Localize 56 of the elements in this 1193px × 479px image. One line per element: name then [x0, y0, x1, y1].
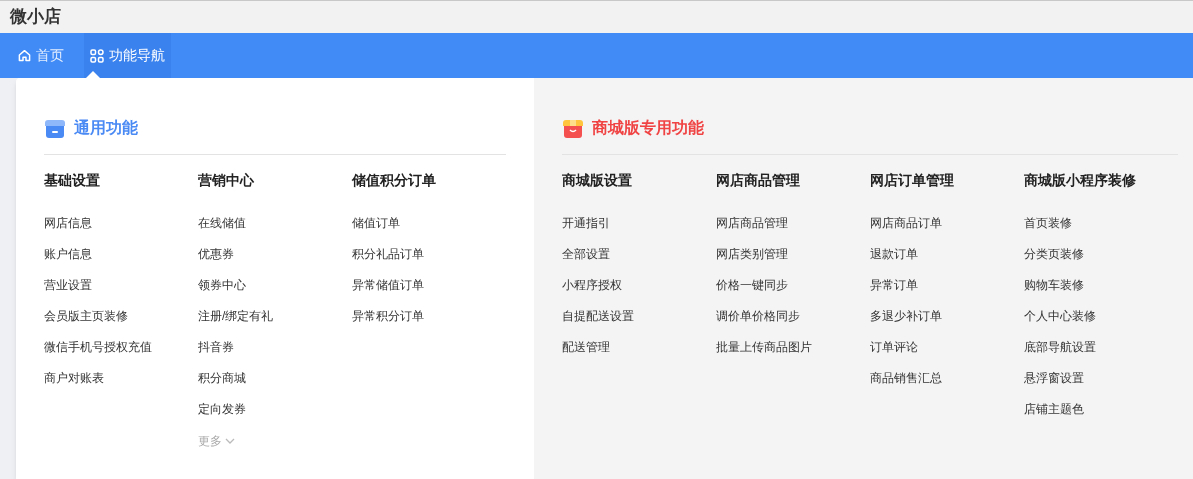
- menu-link[interactable]: 店铺主题色: [1024, 394, 1084, 425]
- menu-link[interactable]: 订单评论: [870, 332, 918, 363]
- gift-box-icon: [563, 118, 583, 138]
- menu-link[interactable]: 在线储值: [198, 208, 246, 239]
- menu-link[interactable]: 网店信息: [44, 208, 92, 239]
- menu-link[interactable]: 价格一键同步: [716, 270, 788, 301]
- menu-link[interactable]: 定向发券: [198, 394, 246, 425]
- menu-link[interactable]: 底部导航设置: [1024, 332, 1096, 363]
- menu-link[interactable]: 异常储值订单: [352, 270, 424, 301]
- menu-link[interactable]: 网店商品订单: [870, 208, 942, 239]
- menu-link[interactable]: 分类页装修: [1024, 239, 1084, 270]
- app-title: 微小店: [10, 6, 61, 29]
- menu-link[interactable]: 商品销售汇总: [870, 363, 942, 394]
- menu-link[interactable]: 注册/绑定有礼: [198, 301, 274, 332]
- menu-link[interactable]: 储值订单: [352, 208, 400, 239]
- menu-link[interactable]: 网店类别管理: [716, 239, 788, 270]
- menu-link[interactable]: 商户对账表: [44, 363, 104, 394]
- menu-link[interactable]: 账户信息: [44, 239, 92, 270]
- menu-link[interactable]: 退款订单: [870, 239, 918, 270]
- column-heading: 储值积分订单: [352, 171, 436, 190]
- menu-link[interactable]: 营业设置: [44, 270, 92, 301]
- nav-tab[interactable]: 功能导航: [84, 33, 171, 78]
- column-heading: 基础设置: [44, 171, 100, 190]
- home-icon: [18, 49, 31, 62]
- menu-link[interactable]: 首页装修: [1024, 208, 1072, 239]
- menu-link[interactable]: 异常积分订单: [352, 301, 424, 332]
- menu-link[interactable]: 积分礼品订单: [352, 239, 424, 270]
- menu-link[interactable]: 微信手机号授权充值: [44, 332, 152, 363]
- menu-link[interactable]: 抖音券: [198, 332, 234, 363]
- column-heading: 营销中心: [198, 171, 254, 190]
- menu-link[interactable]: 个人中心装修: [1024, 301, 1096, 332]
- menu-link[interactable]: 调价单价格同步: [716, 301, 800, 332]
- menu-link[interactable]: 网店商品管理: [716, 208, 788, 239]
- column-heading: 商城版小程序装修: [1024, 171, 1136, 190]
- menu-link[interactable]: 领券中心: [198, 270, 246, 301]
- grid-icon: [90, 48, 104, 63]
- menu-link[interactable]: 多退少补订单: [870, 301, 942, 332]
- menu-link[interactable]: 配送管理: [562, 332, 610, 363]
- menu-link[interactable]: 悬浮窗设置: [1024, 363, 1084, 394]
- menu-link[interactable]: 小程序授权: [562, 270, 622, 301]
- section-title: 通用功能: [74, 118, 138, 138]
- menu-link[interactable]: 购物车装修: [1024, 270, 1084, 301]
- column-heading: 网店订单管理: [870, 171, 954, 190]
- menu-link[interactable]: 全部设置: [562, 239, 610, 270]
- menu-link[interactable]: 批量上传商品图片: [716, 332, 812, 363]
- menu-link[interactable]: 开通指引: [562, 208, 610, 239]
- chevron-down-icon: [225, 437, 235, 444]
- section-title: 商城版专用功能: [592, 118, 704, 138]
- column-heading: 网店商品管理: [716, 171, 800, 190]
- menu-link[interactable]: 优惠券: [198, 239, 234, 270]
- store-icon: [45, 118, 65, 138]
- menu-link[interactable]: 异常订单: [870, 270, 918, 301]
- column-heading: 商城版设置: [562, 171, 632, 190]
- menu-link[interactable]: 自提配送设置: [562, 301, 634, 332]
- menu-link[interactable]: 积分商城: [198, 363, 246, 394]
- menu-link[interactable]: 会员版主页装修: [44, 301, 128, 332]
